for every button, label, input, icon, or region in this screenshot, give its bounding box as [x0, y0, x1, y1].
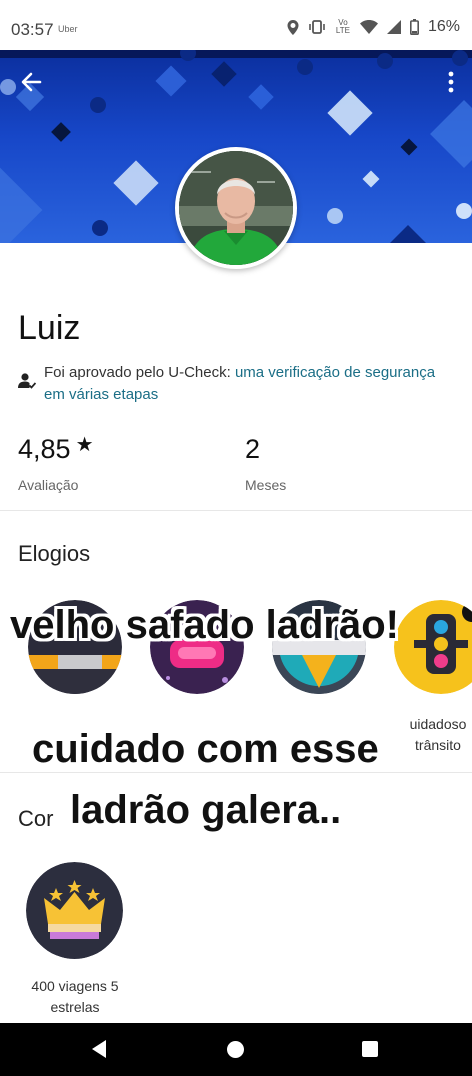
divider [0, 510, 472, 511]
vibrate-icon [309, 20, 325, 34]
achievement-label-line1: 400 viagens 5 [31, 978, 119, 994]
nav-recents-icon[interactable] [362, 1041, 378, 1057]
rating-value-row: 4,85 ★ [18, 434, 94, 465]
status-bar: 03:57 Uber Vo LTE 16% [0, 0, 472, 50]
verification-text: Foi aprovado pelo U-Check: uma verificaç… [44, 362, 444, 406]
traffic-light-icon [394, 600, 472, 694]
battery-percent: 16% [427, 18, 460, 35]
verified-user-icon [18, 373, 36, 389]
months-value: 2 [245, 434, 261, 464]
driver-name: Luiz [18, 309, 81, 347]
rating-value: 4,85 [18, 434, 71, 464]
signal-icon [386, 20, 401, 34]
overlay-text-line1: velho safado ladrão! [10, 603, 399, 647]
achievement-label-line2: estrelas [50, 999, 100, 1015]
avatar-photo [179, 151, 293, 265]
profile-avatar [175, 147, 297, 269]
battery-icon [409, 19, 419, 35]
nav-back-icon[interactable] [90, 1039, 108, 1059]
verification-label: Foi aprovado pelo U-Check: [44, 364, 235, 381]
compliment-label-line1: uidadoso [409, 716, 467, 732]
achievement-label: 400 viagens 5 estrelas [10, 976, 140, 1018]
wifi-icon [359, 20, 378, 34]
divider [0, 772, 472, 773]
overlay-text-line2: cuidado com esse [32, 727, 379, 771]
system-nav-bar [0, 1023, 472, 1076]
compliment-badge-4[interactable] [394, 600, 472, 694]
compliments-title: Elogios [18, 541, 91, 566]
status-app-label: Uber [58, 24, 78, 34]
status-icons: Vo LTE 16% [287, 18, 460, 36]
star-icon: ★ [75, 434, 94, 456]
more-vert-icon[interactable] [446, 70, 456, 94]
compliment-label-line2: trânsito [415, 737, 461, 753]
overlay-text-line3: ladrão galera.. [70, 788, 342, 832]
months-label: Meses [245, 477, 287, 493]
volte-icon: Vo LTE [335, 18, 350, 35]
achievements-title: Cor [18, 806, 54, 831]
nav-home-icon[interactable] [227, 1041, 244, 1058]
rating-stat: 4,85 ★ Avaliação [18, 434, 94, 493]
back-arrow-icon[interactable] [18, 69, 44, 95]
achievement-badge-400-trips[interactable] [26, 862, 123, 959]
location-icon [287, 19, 299, 35]
months-stat: 2 Meses [245, 434, 286, 493]
compliment-badge-4-label: uidadoso trânsito [398, 714, 472, 756]
crown-icon [26, 862, 123, 959]
status-time: 03:57 [11, 20, 54, 39]
rating-label: Avaliação [18, 477, 79, 493]
